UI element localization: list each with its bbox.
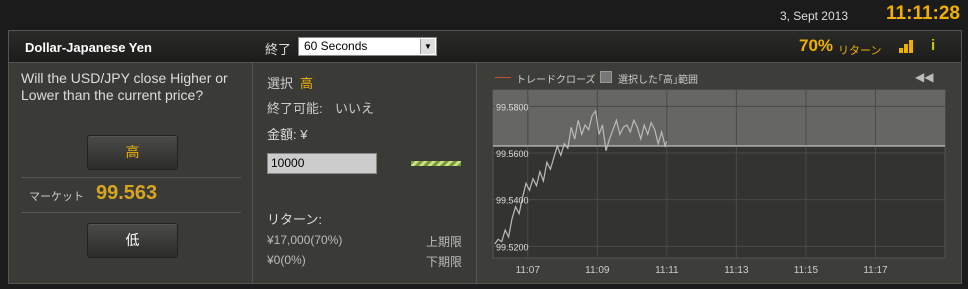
x-tick-label: 11:11 [655,265,679,276]
y-tick-label: 99.5800 [496,102,529,112]
order-details-column: 選択 高 終了可能: いいえ 金額: ¥ 10000 リターン: ¥17,000… [253,63,477,283]
x-tick-label: 11:15 [794,265,819,276]
x-tick-label: 11:07 [516,265,541,276]
chevron-down-icon[interactable]: ▼ [420,39,435,54]
price-chart-panel: トレードクローズ 選択した｢高｣範囲 ◀◀ 11:07 11:09 11:11 11:… [477,63,961,283]
expiry-selected-value: 60 Seconds [304,39,368,53]
trade-question: Will the USD/JPY close Higher or Lower t… [21,70,228,103]
payout-label: リターン [838,45,882,57]
close-available-label: 終了可能: [267,101,323,116]
high-button[interactable]: 高 [87,135,178,170]
return-high-amount: ¥17,000(70%) [267,233,343,247]
signal-bars-icon[interactable] [898,39,914,53]
payout-percent: 70% [799,36,834,55]
current-date: 3, Sept 2013 [779,9,848,23]
x-tick-label: 11:17 [863,265,888,276]
y-tick-label: 99.5200 [496,242,529,252]
amount-input[interactable]: 10000 [267,153,377,174]
market-price: 99.563 [96,182,158,204]
question-column: Will the USD/JPY close Higher or Lower t… [9,63,253,283]
close-available-value: いいえ [335,101,375,116]
top-bar: 3, Sept 2013 11:11:28 [0,0,968,30]
current-time: 11:11:28 [886,3,960,24]
panel-header: Dollar-Japanese Yen 終了 60 Seconds ▼ 70% … [9,31,961,63]
selected-high-range [493,90,945,146]
market-label: マーケット [29,191,84,203]
expiry-label: 終了 [265,42,292,57]
info-icon[interactable]: i [931,37,935,54]
selection-label: 選択 [267,76,294,91]
x-tick-label: 11:09 [585,265,610,276]
return-high-label: 上期限 [425,235,462,249]
return-low-amount: ¥0(0%) [267,253,306,267]
trade-panel: Dollar-Japanese Yen 終了 60 Seconds ▼ 70% … [8,30,962,284]
amount-label: 金額: ¥ [267,127,308,142]
asset-name: Dollar-Japanese Yen [25,40,152,55]
progress-stripe [411,161,461,166]
market-price-box: マーケット 99.563 [21,177,241,213]
selection-value: 高 [300,76,314,91]
expiry-select[interactable]: 60 Seconds ▼ [298,37,437,56]
y-tick-label: 99.5400 [496,196,529,206]
low-button[interactable]: 低 [87,223,178,258]
return-low-label: 下期限 [425,255,462,269]
price-chart: 11:07 11:09 11:11 11:13 11:15 11:17 99.5800 99.… [492,89,946,276]
y-tick-label: 99.5600 [496,149,529,159]
x-tick-label: 11:13 [724,265,749,276]
return-label: リターン: [267,212,322,227]
